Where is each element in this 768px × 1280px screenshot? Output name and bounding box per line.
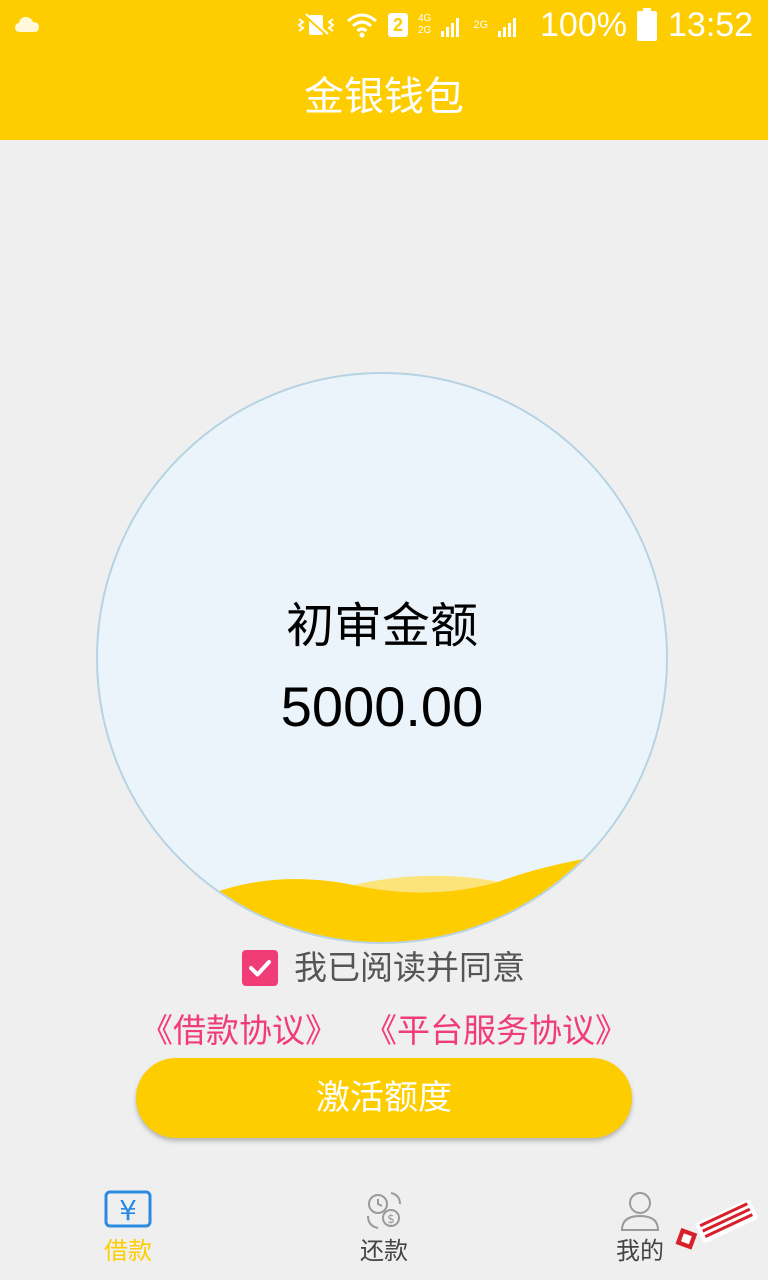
status-icons: 2 4G 2G 2G: [296, 8, 520, 42]
repay-clock-icon: $: [367, 1192, 401, 1229]
network-type-top: 4G: [418, 13, 432, 24]
nav-item-repay[interactable]: $ 还款: [294, 1176, 474, 1280]
svg-text:$: $: [387, 1212, 395, 1226]
signal-strength-icon: [441, 18, 460, 37]
network-type-bottom: 2G: [418, 25, 432, 36]
activate-quota-button[interactable]: 激活额度: [136, 1058, 632, 1138]
loan-agreement-link[interactable]: 《借款协议》: [140, 1008, 338, 1054]
sim-slot-badge: 2: [388, 13, 408, 37]
quota-amount: 5000.00: [280, 675, 484, 738]
platform-agreement-link[interactable]: 《平台服务协议》: [364, 1008, 628, 1054]
page-title: 金银钱包: [304, 74, 464, 120]
title-bar: 金银钱包: [0, 50, 768, 140]
status-clock: 13:52: [668, 6, 754, 44]
nav-label-repay: 还款: [360, 1237, 408, 1265]
checkmark-icon: [249, 960, 271, 977]
nav-label-borrow: 借款: [104, 1237, 152, 1265]
agreement-links: 《借款协议》 《平台服务协议》: [0, 1008, 768, 1054]
weather-cloud-icon: [15, 17, 39, 32]
quota-circle: 初审金额 5000.00: [96, 372, 668, 944]
battery-icon: [637, 8, 657, 41]
agreement-row: 我已阅读并同意: [242, 946, 525, 990]
nav-item-borrow[interactable]: ¥ 借款: [38, 1176, 218, 1280]
network-type-stack: 4G 2G: [418, 13, 431, 37]
svg-text:¥: ¥: [119, 1194, 137, 1227]
user-icon: [620, 1192, 660, 1231]
yuan-icon: ¥: [104, 1190, 152, 1228]
signal-strength-icon-2: [498, 18, 517, 37]
status-bar: 2 4G 2G 2G 100% 13:52: [0, 0, 768, 50]
watermark-logo: [675, 1199, 758, 1250]
quota-wave-front: [98, 846, 666, 942]
vibrate-mute-icon: [297, 13, 335, 37]
network-type-second: 2G: [473, 19, 489, 31]
bottom-nav: ¥ 借款 $ 还款 我的: [0, 1176, 768, 1280]
wifi-icon: [347, 13, 377, 38]
agreement-text: 我已阅读并同意: [294, 948, 525, 987]
battery-percentage: 100%: [540, 6, 627, 44]
agreement-checkbox[interactable]: [242, 950, 278, 986]
quota-wave: [98, 846, 666, 942]
quota-label: 初审金额: [285, 598, 478, 654]
